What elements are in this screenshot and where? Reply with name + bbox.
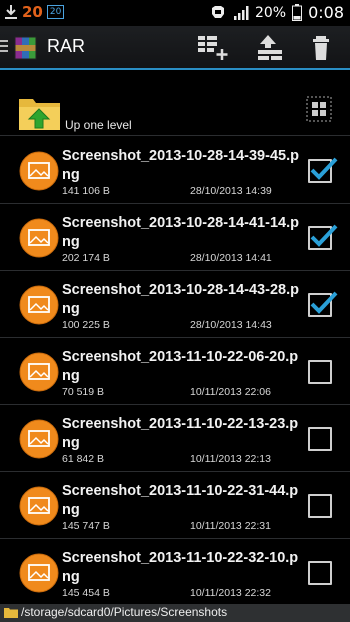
file-checkbox[interactable] [308,494,332,518]
file-checkbox-checked[interactable] [308,224,338,250]
file-size: 141 106 B [62,185,110,197]
image-file-icon [19,553,59,593]
up-one-level-row[interactable]: Up one level [0,88,350,136]
file-checkbox-checked[interactable] [308,157,338,183]
file-size: 145 454 B [62,587,110,599]
status-left: 20 20 [4,3,65,21]
file-name: Screenshot_2013-10-28-14-41-14.png [62,215,299,250]
image-file-icon [19,486,59,526]
signal-icon [233,5,249,20]
current-path: /storage/sdcard0/Pictures/Screenshots [21,605,228,619]
file-checkbox[interactable] [308,561,332,585]
file-row[interactable]: Screenshot_2013-11-10-22-32-10.png 145 4… [0,539,350,604]
file-checkbox[interactable] [308,360,332,384]
up-one-level-label: Up one level [65,118,132,132]
file-name: Screenshot_2013-10-28-14-43-28.png [62,282,299,317]
file-size: 145 747 B [62,520,110,532]
rar-logo-icon[interactable] [12,34,40,62]
notification-badge-icon: 20 [46,5,65,19]
image-file-icon [19,419,59,459]
file-row[interactable]: Screenshot_2013-10-28-14-39-45.png 141 1… [0,137,350,204]
file-size: 70 519 B [62,386,105,398]
action-bar: RAR [0,26,350,70]
image-file-icon [19,285,59,325]
battery-percent: 20% [254,4,287,21]
folder-icon [4,608,18,618]
file-size: 100 225 B [62,319,110,331]
file-row[interactable]: Screenshot_2013-11-10-22-31-44.png 145 7… [0,472,350,539]
checkmark-icon [310,157,338,180]
file-checkbox-checked[interactable] [308,291,338,317]
image-file-icon [19,218,59,258]
file-checkbox[interactable] [308,427,332,451]
file-name: Screenshot_2013-11-10-22-13-23.png [62,416,299,451]
image-file-icon [19,352,59,392]
extract-icon[interactable] [254,34,286,62]
notification-count: 20 [22,3,43,21]
app-title: RAR [47,36,86,56]
file-name: Screenshot_2013-10-28-14-39-45.png [62,148,299,183]
file-date: 28/10/2013 14:43 [190,319,272,331]
file-row[interactable]: Screenshot_2013-11-10-22-13-23.png 61 84… [0,405,350,472]
status-bar: 20 20 20% 0:08 [0,0,350,26]
image-file-icon [19,151,59,191]
checkmark-icon [310,224,338,247]
battery-icon [292,4,303,21]
file-date: 10/11/2013 22:06 [190,386,271,398]
file-date: 10/11/2013 22:31 [190,520,271,532]
delete-icon[interactable] [307,34,339,62]
checkmark-icon [310,291,338,314]
status-right: 20% 0:08 [209,3,344,22]
file-size: 61 842 B [62,453,105,465]
drawer-icon[interactable] [0,40,8,55]
file-name: Screenshot_2013-11-10-22-32-10.png [62,550,299,585]
file-date: 10/11/2013 22:32 [190,587,271,599]
folder-up-icon [19,99,60,130]
file-date: 28/10/2013 14:41 [190,252,272,264]
file-name: Screenshot_2013-11-10-22-06-20.png [62,349,299,384]
alarm-icon [211,5,224,18]
file-row[interactable]: Screenshot_2013-11-10-22-06-20.png 70 51… [0,338,350,405]
file-date: 28/10/2013 14:39 [190,185,272,197]
file-size: 202 174 B [62,252,110,264]
select-all-icon[interactable] [306,96,332,122]
download-icon [5,5,17,19]
clock: 0:08 [308,3,344,22]
add-to-archive-icon[interactable] [196,34,228,62]
file-row[interactable]: Screenshot_2013-10-28-14-41-14.png 202 1… [0,204,350,271]
file-date: 10/11/2013 22:13 [190,453,271,465]
path-bar: /storage/sdcard0/Pictures/Screenshots [0,604,350,622]
file-row[interactable]: Screenshot_2013-10-28-14-43-28.png 100 2… [0,271,350,338]
file-name: Screenshot_2013-11-10-22-31-44.png [62,483,299,518]
file-list: Screenshot_2013-10-28-14-39-45.png 141 1… [0,137,350,604]
